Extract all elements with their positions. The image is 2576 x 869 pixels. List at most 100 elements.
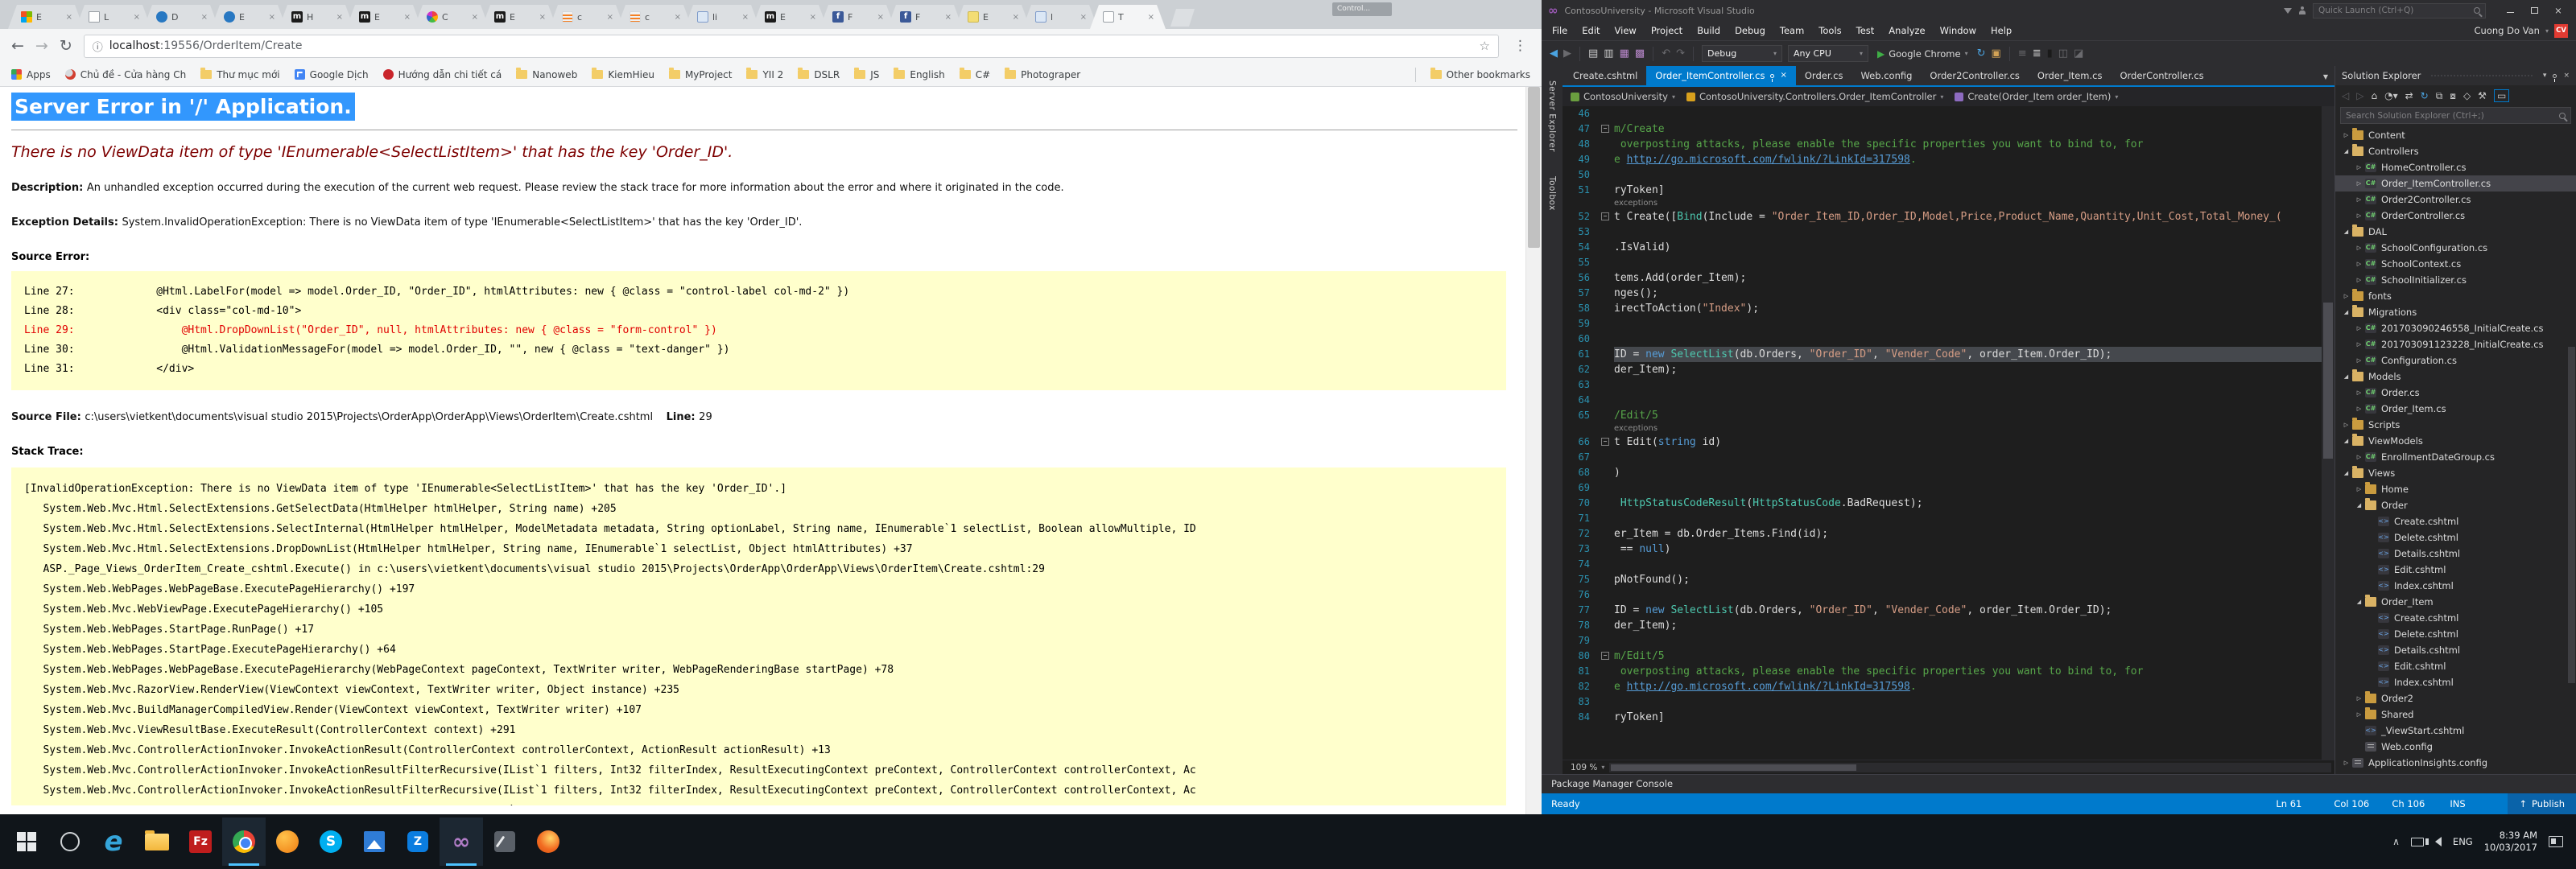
tree-item[interactable]: ▷ ApplicationInsights.config [2335, 755, 2576, 771]
menu-analyze[interactable]: Analyze [1881, 25, 1932, 36]
expand-arrow-icon[interactable]: ◢ [2353, 599, 2365, 605]
bookmark-item[interactable]: English [894, 68, 945, 80]
menu-project[interactable]: Project [1644, 25, 1690, 36]
firefox[interactable] [526, 818, 570, 866]
fold-marker-icon[interactable]: − [1601, 212, 1609, 220]
tree-item[interactable]: <> Edit.cshtml [2335, 562, 2576, 578]
tree-item[interactable]: <> Delete.cshtml [2335, 626, 2576, 642]
code-line[interactable]: 67 [1563, 450, 2322, 465]
save-icon[interactable]: ▦ [1620, 47, 1629, 60]
code-line[interactable]: 57 nges(); [1563, 286, 2322, 301]
document-tab[interactable]: Create.cshtml [1564, 66, 1646, 85]
code-line[interactable]: 74 [1563, 557, 2322, 572]
browser-tab[interactable]: f F × [819, 5, 895, 29]
tab-close-icon[interactable]: × [607, 13, 613, 22]
code-line[interactable]: 81 overposting attacks, please enable th… [1563, 664, 2322, 679]
menu-tools[interactable]: Tools [1811, 25, 1848, 36]
breadcrumb-project[interactable]: ContosoUniversity ▾ [1571, 91, 1683, 102]
page-info-icon[interactable]: ⓘ [93, 39, 103, 54]
code-line[interactable]: 60 [1563, 332, 2322, 347]
code-line[interactable]: 59 [1563, 316, 2322, 332]
collapse-arrow-icon[interactable]: ▷ [2353, 212, 2365, 219]
document-tab[interactable]: OrderController.cs [2111, 66, 2212, 85]
page-scrollbar[interactable] [1525, 87, 1542, 814]
tab-close-icon[interactable]: × [66, 13, 72, 22]
code-line[interactable]: 77 ID = new SelectList(db.Orders, "Order_… [1563, 603, 2322, 618]
menu-edit[interactable]: Edit [1575, 25, 1607, 36]
code-line[interactable]: 47− m/Create [1563, 121, 2322, 137]
save-all-icon[interactable]: ▩ [1635, 47, 1645, 60]
menu-file[interactable]: File [1545, 25, 1575, 36]
tree-item[interactable]: ▷ fonts [2335, 288, 2576, 304]
tree-item[interactable]: <> Details.cshtml [2335, 642, 2576, 658]
code-line[interactable]: 51 ryToken] [1563, 183, 2322, 198]
start-debugging-button[interactable]: ▶ Google Chrome ▾ [1874, 48, 1971, 60]
navigate-forward-icon[interactable]: ▶ [1563, 47, 1571, 60]
tree-item[interactable]: ▷ C# SchoolContext.cs [2335, 256, 2576, 272]
collapse-arrow-icon[interactable]: ▷ [2353, 695, 2365, 702]
bookmark-item[interactable]: Photograper [1005, 68, 1080, 80]
tree-item[interactable]: ▷ C# SchoolInitializer.cs [2335, 272, 2576, 288]
editor-vertical-scrollbar[interactable] [2322, 106, 2334, 760]
code-line[interactable]: 79 [1563, 633, 2322, 649]
tab-close-icon[interactable]: × [539, 13, 546, 22]
tree-item[interactable]: ◢ ViewModels [2335, 433, 2576, 449]
new-file-icon[interactable]: ▤ [1588, 47, 1598, 60]
collapse-arrow-icon[interactable]: ▷ [2353, 357, 2365, 364]
collapse-arrow-icon[interactable]: ▷ [2353, 454, 2365, 460]
tree-item[interactable]: <> Details.cshtml [2335, 546, 2576, 562]
expand-arrow-icon[interactable]: ◢ [2340, 438, 2352, 444]
bookmark-item[interactable]: Thư mục mới [200, 68, 280, 80]
browser-tab[interactable]: E × [8, 5, 84, 29]
menu-view[interactable]: View [1608, 25, 1644, 36]
code-line[interactable]: 65/Edit/5 [1563, 408, 2322, 423]
tree-item[interactable]: ◢ Order_Item [2335, 594, 2576, 610]
publish-button[interactable]: ↑ Publish [2508, 793, 2576, 814]
feedback-person-icon[interactable] [2298, 6, 2306, 14]
browser-tab[interactable]: m E × [346, 5, 422, 29]
close-icon[interactable]: × [2563, 72, 2570, 80]
cortana-search[interactable] [48, 818, 92, 866]
code-line[interactable]: 50 [1563, 167, 2322, 183]
sync-active-document-icon[interactable]: ⇄ [2405, 90, 2413, 101]
browser-tab[interactable]: E × [211, 5, 287, 29]
browser-tab[interactable]: T × [1090, 5, 1166, 29]
tab-close-icon[interactable]: × [134, 13, 140, 22]
solution-search-input[interactable]: Search Solution Explorer (Ctrl+;) [2340, 107, 2571, 124]
edge[interactable]: e [92, 818, 135, 866]
other-bookmarks[interactable]: Other bookmarks [1430, 68, 1530, 80]
tree-item[interactable]: ◢ Views [2335, 465, 2576, 481]
forward-icon[interactable]: ▷ [2356, 90, 2363, 101]
collapse-arrow-icon[interactable]: ▷ [2353, 164, 2365, 171]
code-line[interactable]: 63 [1563, 377, 2322, 393]
code-line[interactable]: 73 == null) [1563, 542, 2322, 557]
code-line[interactable]: 58 irectToAction("Index"); [1563, 301, 2322, 316]
menu-build[interactable]: Build [1690, 25, 1728, 36]
collapse-all-icon[interactable]: ⧉ [2436, 90, 2443, 102]
codelens-indicator[interactable]: exceptions [1614, 423, 1657, 434]
document-tab[interactable]: Order_Item.cs [2029, 66, 2112, 85]
browser-tab[interactable]: c × [549, 5, 625, 29]
solution-explorer-header[interactable]: Solution Explorer ▾ × [2335, 66, 2576, 85]
tab-close-icon[interactable]: × [269, 13, 275, 22]
code-line[interactable]: 55 [1563, 255, 2322, 270]
volume-tray-icon[interactable] [2425, 837, 2442, 846]
tree-item[interactable]: <> Edit.cshtml [2335, 658, 2576, 674]
document-tab[interactable]: Order2Controller.cs [1921, 66, 2028, 85]
properties-icon[interactable]: ⚒ [2478, 90, 2487, 101]
restore-button[interactable] [2523, 2, 2545, 19]
breadcrumb-method[interactable]: Create(Order_Item order_Item) ▾ [1955, 91, 2126, 102]
undo-icon[interactable]: ↶ [1662, 47, 1670, 60]
redo-icon[interactable]: ↷ [1676, 47, 1685, 60]
code-line[interactable]: 76 [1563, 587, 2322, 603]
paint[interactable] [483, 818, 526, 866]
tree-item[interactable]: ▷ C# 201703091123228_InitialCreate.cs [2335, 336, 2576, 352]
tree-item[interactable]: <> Delete.cshtml [2335, 529, 2576, 546]
zalo[interactable]: Z [396, 818, 440, 866]
tray-chevron-up-icon[interactable]: ∧ [2392, 836, 2400, 847]
code-line[interactable]: 80− m/Edit/5 [1563, 649, 2322, 664]
bookmark-item[interactable]: YII 2 [746, 68, 783, 80]
code-line[interactable]: 56 tems.Add(order_Item); [1563, 270, 2322, 286]
browser-tab[interactable]: m E × [752, 5, 828, 29]
solution-configuration-select[interactable]: Debug ▾ [1702, 45, 1782, 62]
